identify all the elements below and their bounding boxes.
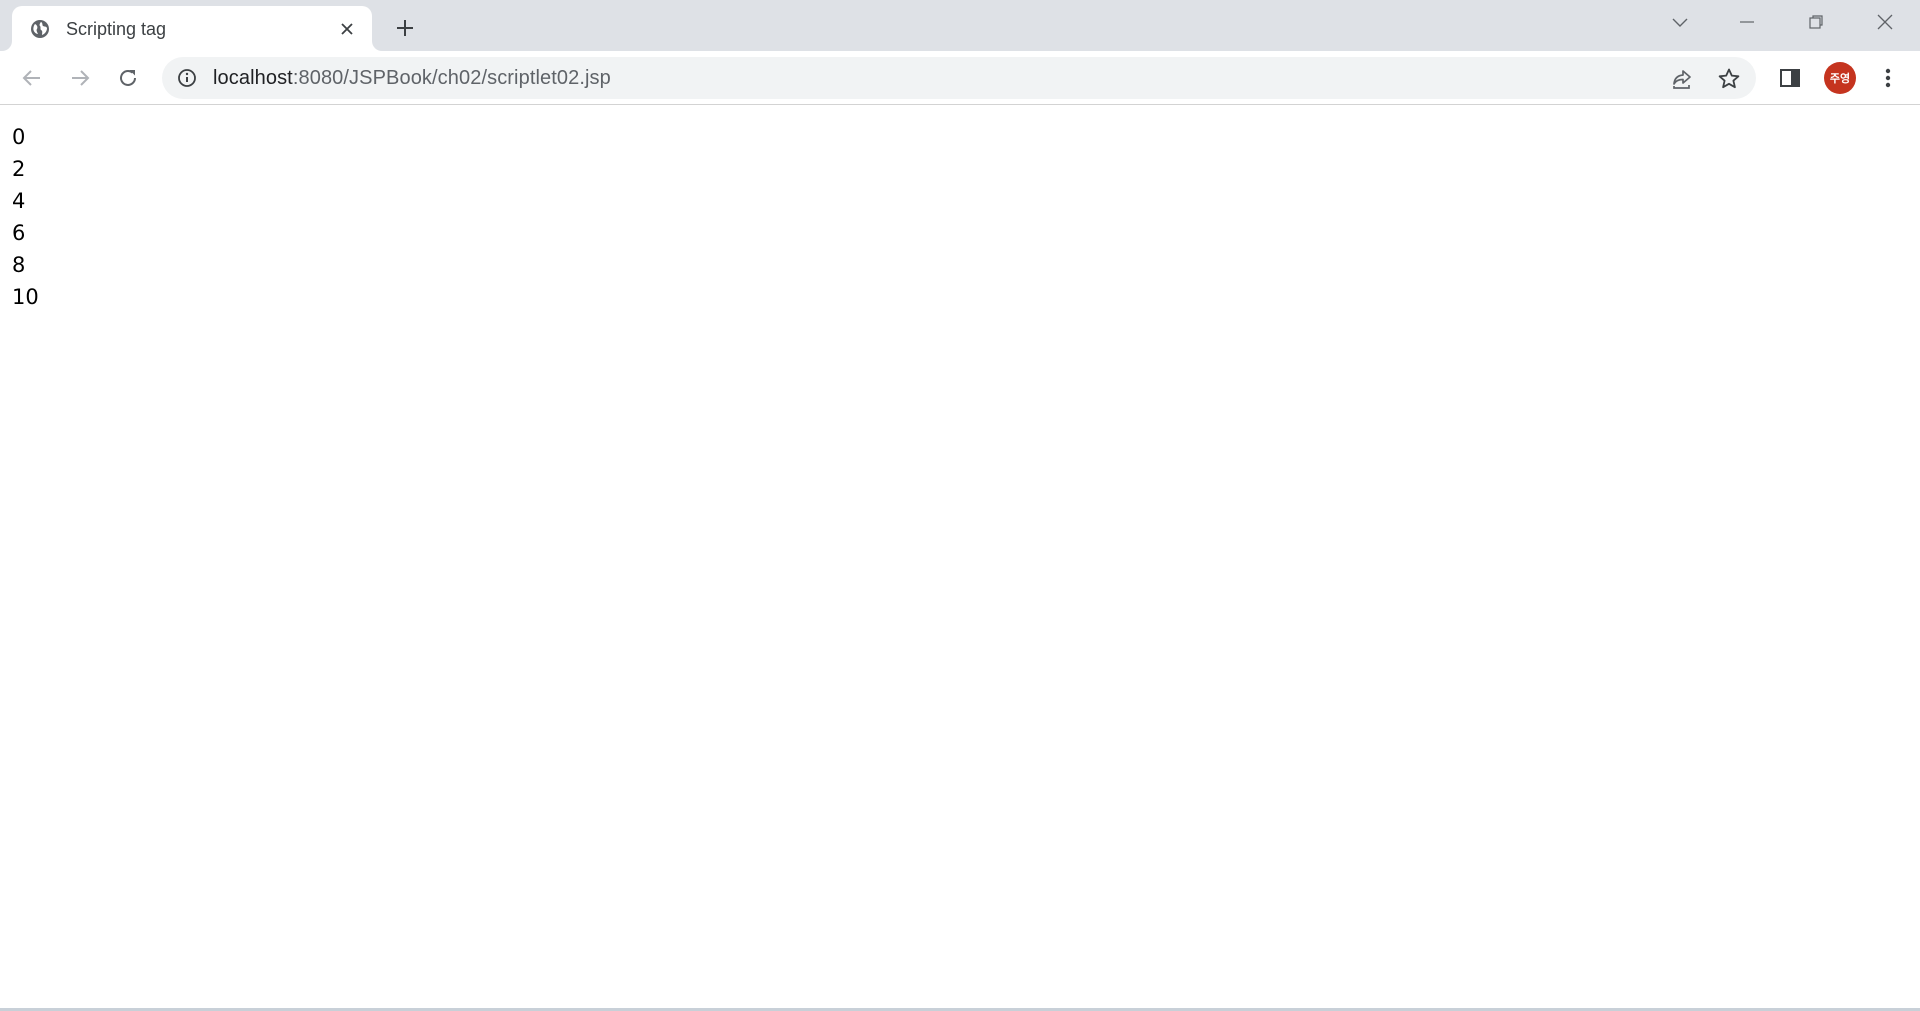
output-line: 10	[12, 285, 39, 309]
share-icon[interactable]	[1669, 66, 1695, 92]
output-line: 0	[12, 125, 26, 149]
output-line: 6	[12, 221, 26, 245]
tab-search-icon[interactable]	[1650, 0, 1710, 44]
back-arrow-icon[interactable]	[16, 62, 48, 94]
plus-icon[interactable]	[390, 13, 420, 43]
more-menu-icon[interactable]	[1872, 62, 1904, 94]
output-line: 4	[12, 189, 26, 213]
address-bar[interactable]: localhost:8080/JSPBook/ch02/scriptlet02.…	[162, 57, 1756, 99]
page-body: 0 2 4 6 8 10	[12, 121, 39, 313]
forward-arrow-icon[interactable]	[64, 62, 96, 94]
url-text: localhost:8080/JSPBook/ch02/scriptlet02.…	[213, 67, 611, 90]
reload-icon[interactable]	[112, 62, 144, 94]
output-line: 2	[12, 157, 26, 181]
bookmark-star-icon[interactable]	[1716, 66, 1742, 92]
restore-icon[interactable]	[1786, 0, 1846, 44]
tab-close-icon[interactable]	[337, 19, 357, 39]
globe-icon	[30, 19, 50, 39]
browser-toolbar: localhost:8080/JSPBook/ch02/scriptlet02.…	[0, 51, 1920, 105]
tab-title: Scripting tag	[66, 19, 167, 39]
profile-avatar[interactable]: 주영	[1824, 62, 1856, 94]
close-icon[interactable]	[1855, 0, 1915, 44]
side-panel-icon[interactable]	[1774, 62, 1806, 94]
tab-scripting-tag[interactable]: Scripting tag	[12, 6, 372, 51]
minimize-icon[interactable]	[1717, 0, 1777, 44]
url-path: :8080/JSPBook/ch02/scriptlet02.jsp	[292, 67, 611, 89]
tab-strip: Scripting tag	[0, 0, 1920, 51]
site-info-icon[interactable]	[176, 67, 198, 89]
output-line: 8	[12, 253, 26, 277]
url-host: localhost	[213, 67, 293, 89]
